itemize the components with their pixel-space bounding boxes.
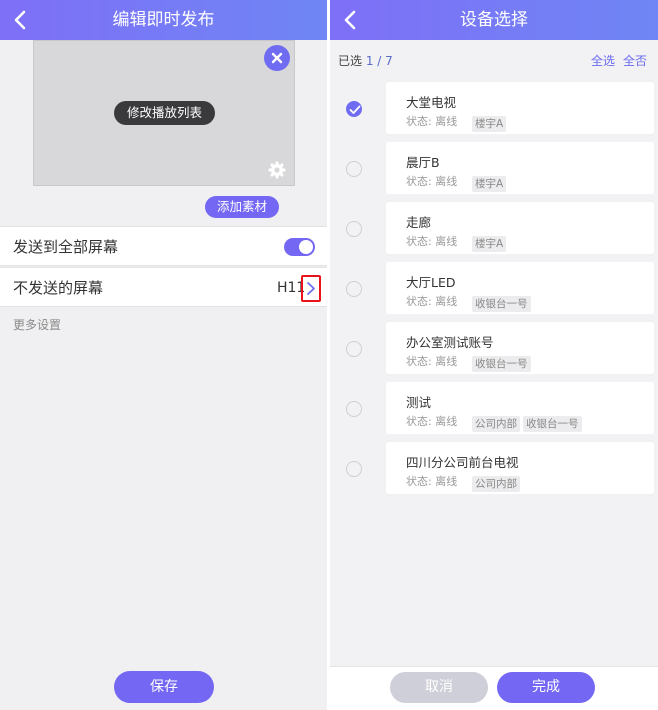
device-tag: 收银台一号 [472,356,531,372]
device-row[interactable]: 测试状态: 离线 公司内部 收银台一号 [330,382,658,434]
exclude-screens-label: 不发送的屏幕 [13,279,104,297]
device-name: 大厅LED [406,275,456,290]
send-all-label: 发送到全部屏幕 [13,238,119,256]
select-none-button[interactable]: 全否 [623,52,647,69]
device-row[interactable]: 晨厅B 状态: 离线 楼宇A [330,142,658,194]
radio-icon[interactable] [346,161,362,177]
close-icon[interactable] [264,45,290,71]
radio-icon[interactable] [346,281,362,297]
chevron-left-icon[interactable] [6,0,36,40]
device-card[interactable]: 四川分公司前台电视 状态: 离线 公司内部 [386,442,654,494]
device-name: 晨厅B [406,155,440,170]
page-title: 设备选择 [460,10,528,30]
device-tags: 收银台一号 [472,352,534,372]
device-tags: 楼宇A [472,172,509,192]
radio-icon[interactable] [346,401,362,417]
selected-count: 已选 1 / 7 [338,52,393,69]
chevron-right-icon[interactable] [301,275,321,302]
radio-icon[interactable] [346,221,362,237]
device-card[interactable]: 晨厅B 状态: 离线 楼宇A [386,142,654,194]
device-row[interactable]: 大厅LED 状态: 离线 收银台一号 [330,262,658,314]
send-all-row: 发送到全部屏幕 [0,226,327,266]
header: 编辑即时发布 [0,0,327,40]
device-card[interactable]: 走廊状态: 离线 楼宇A [386,202,654,254]
device-name: 大堂电视 [406,95,457,110]
device-status: 状态: 离线 [406,295,458,308]
device-tags: 楼宇A [472,232,509,252]
selected-prefix: 已选 [338,54,363,68]
cancel-button[interactable]: 取消 [390,672,488,703]
checked-radio-icon[interactable] [346,101,362,117]
toggle-knob [299,240,313,254]
device-tag: 楼宇A [472,116,507,132]
device-status: 状态: 离线 [406,115,458,128]
device-name: 测试 [406,395,432,410]
device-tags: 收银台一号 [472,292,534,312]
edit-playlist-button[interactable]: 修改播放列表 [114,101,215,125]
selected-number: 1 / 7 [365,54,393,68]
device-tags: 公司内部 收银台一号 [472,412,585,432]
device-card[interactable]: 大堂电视状态: 离线 楼宇A [386,82,654,134]
device-card[interactable]: 大厅LED 状态: 离线 收银台一号 [386,262,654,314]
device-card[interactable]: 办公室测试账号 状态: 离线 收银台一号 [386,322,654,374]
device-status: 状态: 离线 [406,235,458,248]
select-all-button[interactable]: 全选 [591,52,615,69]
done-button[interactable]: 完成 [497,672,595,703]
page-title: 编辑即时发布 [112,10,215,30]
save-button[interactable]: 保存 [114,671,214,703]
device-name: 四川分公司前台电视 [406,455,519,470]
device-status: 状态: 离线 [406,355,458,368]
device-tag: 收银台一号 [523,416,582,432]
device-name: 走廊 [406,215,432,230]
add-material-button[interactable]: 添加素材 [205,196,279,218]
device-tag: 收银台一号 [472,296,531,312]
device-status: 状态: 离线 [406,175,458,188]
radio-icon[interactable] [346,461,362,477]
device-select-panel: 设备选择 已选 1 / 7 全选 全否 大堂电视 状态: 离线 楼宇A 晨厅B 状态: … [330,0,658,710]
device-status: 状态: 离线 [406,415,458,428]
radio-icon[interactable] [346,341,362,357]
device-tag: 公司内部 [472,476,520,492]
gear-icon[interactable] [268,161,286,179]
device-row[interactable]: 大堂电视状态: 离线 楼宇A [330,82,658,134]
header: 设备选择 [330,0,658,40]
device-row[interactable]: 办公室测试账号 状态: 离线 收银台一号 [330,322,658,374]
more-settings-link[interactable]: 更多设置 [13,316,61,333]
chevron-left-icon[interactable] [336,0,366,40]
device-name: 办公室测试账号 [406,335,494,350]
exclude-screens-row[interactable]: 不发送的屏幕 H11 [0,267,327,307]
footer: 取消 完成 [330,666,658,710]
device-tag: 公司内部 [472,416,520,432]
playlist-preview[interactable]: 修改播放列表 [33,40,295,186]
device-status: 状态: 离线 [406,475,458,488]
device-tags: 公司内部 [472,472,523,492]
device-card[interactable]: 测试状态: 离线 公司内部 收银台一号 [386,382,654,434]
device-row[interactable]: 走廊状态: 离线 楼宇A [330,202,658,254]
device-tag: 楼宇A [472,236,507,252]
device-tag: 楼宇A [472,176,507,192]
device-tags: 楼宇A [472,112,509,132]
send-all-toggle[interactable] [284,238,315,256]
device-row[interactable]: 四川分公司前台电视 状态: 离线 公司内部 [330,442,658,494]
edit-publish-panel: 编辑即时发布 修改播放列表 添加素材 发送到全部屏幕 不发送的屏幕 H11 更多… [0,0,327,710]
